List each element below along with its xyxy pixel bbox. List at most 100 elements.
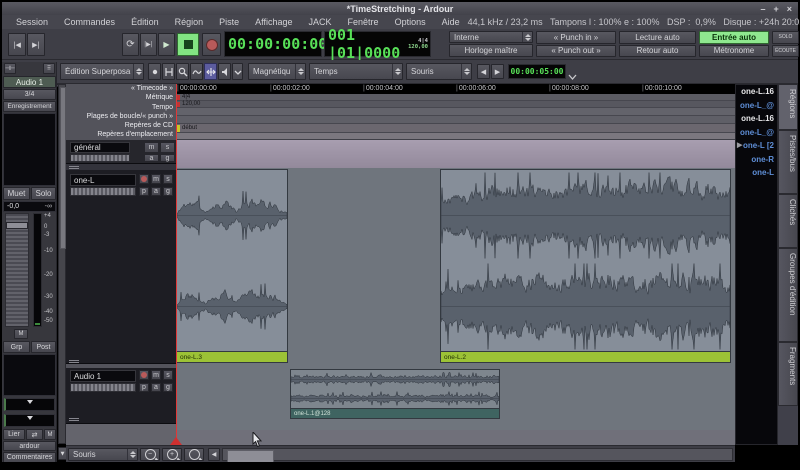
strip-solo-button[interactable]: Solo [31, 187, 56, 200]
record-enable-button[interactable] [139, 370, 149, 380]
expand-arrow-icon[interactable]: ▶ [737, 139, 742, 153]
audio-region-one-l3[interactable]: one-L.3 [176, 169, 288, 363]
track-gain-fader[interactable] [70, 187, 136, 196]
fader-handle[interactable] [6, 222, 28, 229]
horizontal-scrollbar[interactable] [222, 448, 733, 461]
tempo-ruler[interactable]: 120,00 [176, 101, 735, 108]
mute-button[interactable]: m [151, 174, 161, 184]
mixer-expand-button[interactable]: ⠿ [43, 63, 55, 74]
mute-button[interactable]: m [144, 142, 159, 153]
panner-box[interactable] [3, 354, 56, 396]
audio-region-one-l2[interactable]: one-L.2 [440, 169, 731, 363]
track-gain-fader[interactable] [70, 383, 136, 392]
ruler-label[interactable]: Tempo [66, 103, 176, 112]
tool-object-button[interactable] [148, 63, 161, 80]
meter-mono-button[interactable]: M [14, 329, 28, 339]
edit-point-clock[interactable]: 00:00:05:00 [508, 64, 566, 79]
track-gain-fader[interactable] [70, 154, 130, 162]
menu-édition[interactable]: Édition [123, 17, 167, 27]
zoom-fit-button[interactable] [184, 448, 204, 461]
track-canvas-one-l[interactable]: one-L.3 one-L.2 [176, 168, 735, 368]
mute-button[interactable]: m [151, 370, 161, 380]
menu-session[interactable]: Session [8, 17, 56, 27]
snap-unit-dropdown[interactable]: Temps [309, 63, 403, 80]
punch-out-button[interactable]: « Punch out » [536, 45, 616, 58]
meter-ruler[interactable]: 4|4 [176, 94, 735, 101]
auto-play-button[interactable]: Lecture auto [619, 31, 696, 44]
ruler-label[interactable]: « Timecode » [66, 84, 176, 93]
group-button[interactable]: g [163, 187, 173, 196]
region-list-item[interactable]: one-L [2▶ [736, 139, 777, 153]
timecode-ruler[interactable]: 00:00:00:0000:00:02:0000:00:04:0000:00:0… [176, 84, 735, 94]
region-list-item[interactable]: one-L.16 [736, 85, 777, 99]
track-name-audio1[interactable]: Audio 1 [70, 370, 136, 382]
tool-stretch-button[interactable] [204, 63, 217, 80]
snap-mode-dropdown[interactable]: Magnétiqu [248, 63, 306, 80]
track-header-general[interactable]: général m s a g [66, 140, 176, 164]
ruler-label[interactable]: Repères d'emplacement [66, 130, 176, 139]
audio-region-one-l1[interactable]: one-L.1@128 [290, 369, 500, 419]
pan-mono-button[interactable]: M [44, 429, 56, 440]
tool-range-button[interactable] [162, 63, 175, 80]
timecode-clock[interactable]: 00:00:00:00 30 NDF [224, 31, 322, 57]
playlist-button[interactable]: p [139, 187, 149, 196]
sync-source-dropdown[interactable]: Interne [449, 31, 533, 43]
location-marker-ruler[interactable]: début [176, 124, 735, 133]
auto-button[interactable]: a [144, 154, 159, 162]
sidebar-tab-clich-s[interactable]: Clichés [778, 194, 798, 248]
punch-in-button[interactable]: « Punch in » [536, 31, 616, 44]
region-list-item[interactable]: one-L [736, 166, 777, 180]
gain-display[interactable]: -0,0 -∞ [3, 201, 56, 212]
close-button[interactable]: × [787, 4, 792, 14]
play-selection-button[interactable]: |▶| [140, 33, 157, 56]
pan-link-direction-button[interactable]: ⇄ [26, 429, 43, 440]
zoom-focus-bottom-dropdown[interactable]: Souris [68, 448, 138, 461]
track-header-audio1[interactable]: Audio 1 m s p a g [66, 368, 176, 424]
track-header-one-l[interactable]: one-L m s p a g [66, 170, 176, 364]
tool-draw-button[interactable] [190, 63, 203, 80]
audition-indicator-button[interactable]: ÉCOUTE [772, 45, 799, 58]
track-canvas-general[interactable] [176, 140, 735, 168]
solo-button[interactable]: s [163, 174, 173, 184]
loop-punch-ruler[interactable] [176, 108, 735, 116]
scroll-left-button[interactable]: ◀ [208, 448, 220, 461]
menu-commandes[interactable]: Commandes [56, 17, 123, 27]
stop-button[interactable] [177, 33, 199, 56]
group-button[interactable]: g [163, 383, 173, 392]
playhead-marker[interactable] [170, 437, 182, 445]
meter-point-button[interactable]: Post [31, 341, 56, 353]
solo-button[interactable]: s [160, 142, 175, 153]
bbt-clock[interactable]: 001 |01|0000 4|4 120,00 [324, 31, 431, 57]
menu-piste[interactable]: Piste [211, 17, 247, 27]
vertical-scrollbar[interactable] [58, 84, 66, 444]
sidebar-tab-fragments[interactable]: Fragments [778, 342, 798, 406]
region-list-item[interactable]: one-L_@ [736, 99, 777, 113]
edit-mode-dropdown[interactable]: Édition Superposa [60, 63, 144, 80]
goto-start-button[interactable]: |◀ [8, 33, 26, 56]
track-name-one-l[interactable]: one-L [70, 174, 136, 186]
solo-button[interactable]: s [163, 370, 173, 380]
track-canvas-audio1[interactable]: one-L.1@128 [176, 368, 735, 430]
pan-slider-1[interactable] [4, 398, 55, 411]
group-button[interactable]: Grp [3, 341, 30, 353]
master-clock-button[interactable]: Horloge maître [449, 44, 533, 57]
auto-return-button[interactable]: Retour auto [619, 45, 696, 58]
mixer-hide-button[interactable]: ⊣⊢ [4, 63, 16, 74]
processor-box[interactable] [3, 113, 56, 186]
track-resize-grip[interactable] [66, 416, 176, 422]
pan-slider-2[interactable] [4, 414, 55, 427]
loop-button[interactable]: ⟳ [122, 33, 139, 56]
maximize-button[interactable]: + [773, 4, 778, 14]
auto-input-button[interactable]: Entrée auto [699, 31, 769, 44]
auto-button[interactable]: a [151, 383, 161, 392]
region-list-item[interactable]: one-L.16 [736, 112, 777, 126]
output-button[interactable]: ardour [3, 441, 56, 451]
tool-more-button[interactable] [232, 63, 243, 80]
region-list-item[interactable]: one-L_@ [736, 126, 777, 140]
group-button[interactable]: g [160, 154, 175, 162]
minimize-button[interactable]: – [760, 4, 765, 14]
region-list-item[interactable]: one-R [736, 153, 777, 167]
gain-fader[interactable] [5, 213, 29, 327]
ruler-label[interactable]: Métrique [66, 93, 176, 102]
menu-région[interactable]: Région [167, 17, 212, 27]
